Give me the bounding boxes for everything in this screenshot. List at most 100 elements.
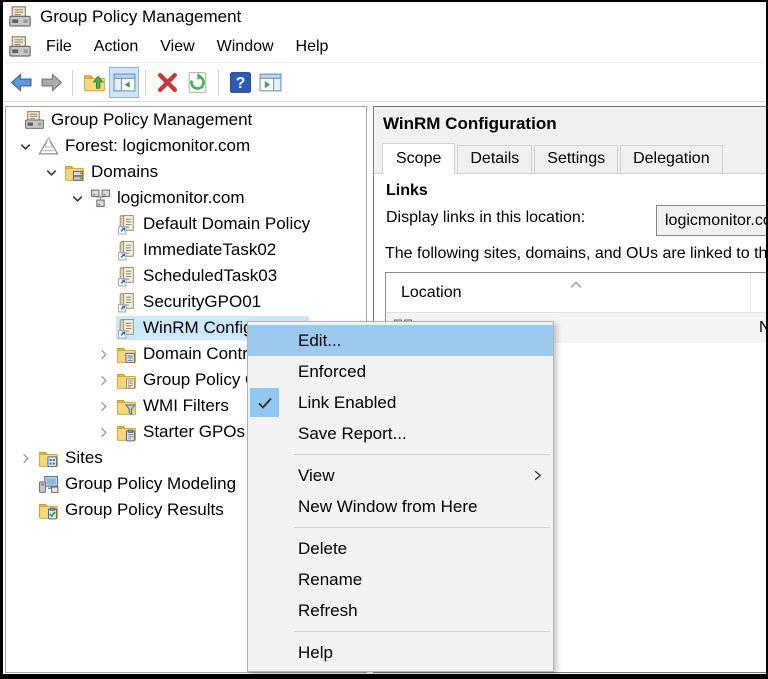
tree-item-group-policy-management[interactable]: Group Policy Management bbox=[6, 107, 366, 133]
console-tree-toggle-button[interactable] bbox=[109, 67, 139, 98]
chevron-right-icon[interactable] bbox=[90, 367, 116, 393]
tree-item-domains[interactable]: Domains bbox=[6, 159, 366, 185]
up-one-level-button[interactable] bbox=[79, 67, 109, 98]
menu-separator bbox=[294, 631, 550, 632]
tab-settings[interactable]: Settings bbox=[534, 145, 618, 173]
toolbar-separator bbox=[145, 70, 146, 96]
tree-item-label: logicmonitor.com bbox=[117, 188, 245, 208]
tree-item-immediatetask02[interactable]: ImmediateTask02 bbox=[6, 237, 366, 263]
chevron-right-icon[interactable] bbox=[90, 393, 116, 419]
tree-item-forest-logicmonitor-com[interactable]: Forest: logicmonitor.com bbox=[6, 133, 366, 159]
chevron-right-icon[interactable] bbox=[90, 341, 116, 367]
chevron-down-icon[interactable] bbox=[38, 159, 64, 185]
menu-item-new-window-from-here[interactable]: New Window from Here bbox=[248, 491, 553, 522]
tab-strip: ScopeDetailsSettingsDelegation bbox=[374, 143, 768, 174]
menubar-item-view[interactable]: View bbox=[149, 34, 205, 60]
gpmc-app-icon bbox=[8, 5, 32, 29]
window-title: Group Policy Management bbox=[40, 7, 241, 27]
tree-item-default-domain-policy[interactable]: Default Domain Policy bbox=[6, 211, 366, 237]
chevron-down-icon[interactable] bbox=[12, 133, 38, 159]
tree-item-content: Domains bbox=[64, 160, 162, 184]
menu-item-gutter bbox=[248, 533, 294, 564]
menubar-item-file[interactable]: File bbox=[35, 34, 83, 60]
chevron-right-icon[interactable] bbox=[90, 419, 116, 445]
chevron-down-icon[interactable] bbox=[64, 185, 90, 211]
location-dropdown-value: logicmonitor.com bbox=[665, 212, 768, 230]
tree-item-label: SecurityGPO01 bbox=[143, 292, 261, 312]
action-pane-toggle-button[interactable] bbox=[255, 67, 285, 98]
display-links-label: Display links in this location: bbox=[386, 209, 585, 227]
action-pane-icon bbox=[258, 70, 283, 95]
back-icon bbox=[9, 70, 34, 95]
tree-item-label: Sites bbox=[65, 448, 103, 468]
gpo-title: WinRM Configuration bbox=[383, 114, 557, 134]
refresh-button[interactable] bbox=[182, 67, 212, 98]
tree-item-logicmonitor-com[interactable]: logicmonitor.com bbox=[6, 185, 366, 211]
menu-bar-items: FileActionViewWindowHelp bbox=[35, 34, 339, 60]
menubar-item-help[interactable]: Help bbox=[285, 34, 340, 60]
menu-item-gutter bbox=[248, 595, 294, 626]
tree-item-content: Sites bbox=[38, 446, 107, 470]
console-window-icon[interactable] bbox=[8, 35, 32, 59]
menu-item-gutter bbox=[248, 325, 294, 356]
tree-item-label: Forest: logicmonitor.com bbox=[65, 136, 250, 156]
menu-item-help[interactable]: Help bbox=[248, 637, 553, 668]
tree-item-label: Group Policy Modeling bbox=[65, 474, 236, 494]
forest-icon bbox=[38, 136, 59, 157]
menubar-item-window[interactable]: Window bbox=[206, 34, 285, 60]
tree-item-scheduledtask03[interactable]: ScheduledTask03 bbox=[6, 263, 366, 289]
help-icon: ? bbox=[228, 70, 253, 95]
help-button[interactable]: ? bbox=[225, 67, 255, 98]
menu-item-gutter bbox=[248, 564, 294, 595]
tree-item-content: Forest: logicmonitor.com bbox=[38, 134, 254, 158]
menu-item-save-report[interactable]: Save Report... bbox=[248, 418, 553, 449]
delete-button[interactable] bbox=[152, 67, 182, 98]
checked-indicator bbox=[248, 387, 294, 418]
menu-item-gutter bbox=[248, 491, 294, 522]
gpo-icon bbox=[116, 214, 137, 235]
console-tree-icon bbox=[112, 70, 137, 95]
chevron-slot bbox=[90, 315, 116, 341]
menu-item-gutter bbox=[248, 637, 294, 668]
menu-item-label: Edit... bbox=[298, 331, 553, 351]
menu-item-edit[interactable]: Edit... bbox=[248, 325, 553, 356]
chevron-right-icon[interactable] bbox=[12, 445, 38, 471]
menu-item-label: New Window from Here bbox=[298, 497, 553, 517]
starter-folder-icon bbox=[116, 422, 137, 443]
menubar-item-action[interactable]: Action bbox=[83, 34, 149, 60]
toolbar: ? bbox=[3, 64, 766, 102]
back-button[interactable] bbox=[6, 67, 36, 98]
tree-item-content: Group Policy Modeling bbox=[38, 472, 240, 496]
tree-item-content: ImmediateTask02 bbox=[116, 238, 280, 262]
menu-item-link-enabled[interactable]: Link Enabled bbox=[248, 387, 553, 418]
column-header-enforced[interactable]: Enforced bbox=[751, 273, 768, 312]
tab-delegation[interactable]: Delegation bbox=[620, 145, 723, 173]
delete-x-icon bbox=[155, 70, 180, 95]
menu-item-view[interactable]: View bbox=[248, 460, 553, 491]
tree-item-label: Starter GPOs bbox=[143, 422, 245, 442]
menu-item-label: Delete bbox=[298, 539, 553, 559]
menu-item-refresh[interactable]: Refresh bbox=[248, 595, 553, 626]
menu-item-enforced[interactable]: Enforced bbox=[248, 356, 553, 387]
forward-button[interactable] bbox=[36, 67, 66, 98]
menu-item-label: Link Enabled bbox=[298, 393, 553, 413]
toolbar-separator bbox=[218, 70, 219, 96]
menu-item-label: Help bbox=[298, 643, 553, 663]
chevron-slot bbox=[12, 497, 38, 523]
menu-item-delete[interactable]: Delete bbox=[248, 533, 553, 564]
tree-item-content: SecurityGPO01 bbox=[116, 290, 265, 314]
table-header-row: LocationEnforced bbox=[386, 273, 768, 313]
tab-details[interactable]: Details bbox=[457, 145, 532, 173]
tree-item-securitygpo01[interactable]: SecurityGPO01 bbox=[6, 289, 366, 315]
tree-item-label: ImmediateTask02 bbox=[143, 240, 276, 260]
chevron-slot bbox=[90, 211, 116, 237]
menu-item-label: View bbox=[298, 466, 530, 486]
sort-ascending-icon bbox=[569, 276, 583, 294]
tab-scope[interactable]: Scope bbox=[382, 143, 455, 174]
gpmc-icon bbox=[24, 110, 45, 131]
chevron-slot bbox=[90, 263, 116, 289]
checkmark-icon bbox=[250, 388, 279, 417]
location-dropdown[interactable]: logicmonitor.com bbox=[656, 205, 768, 236]
menu-item-rename[interactable]: Rename bbox=[248, 564, 553, 595]
tree-item-content: Starter GPOs bbox=[116, 420, 249, 444]
